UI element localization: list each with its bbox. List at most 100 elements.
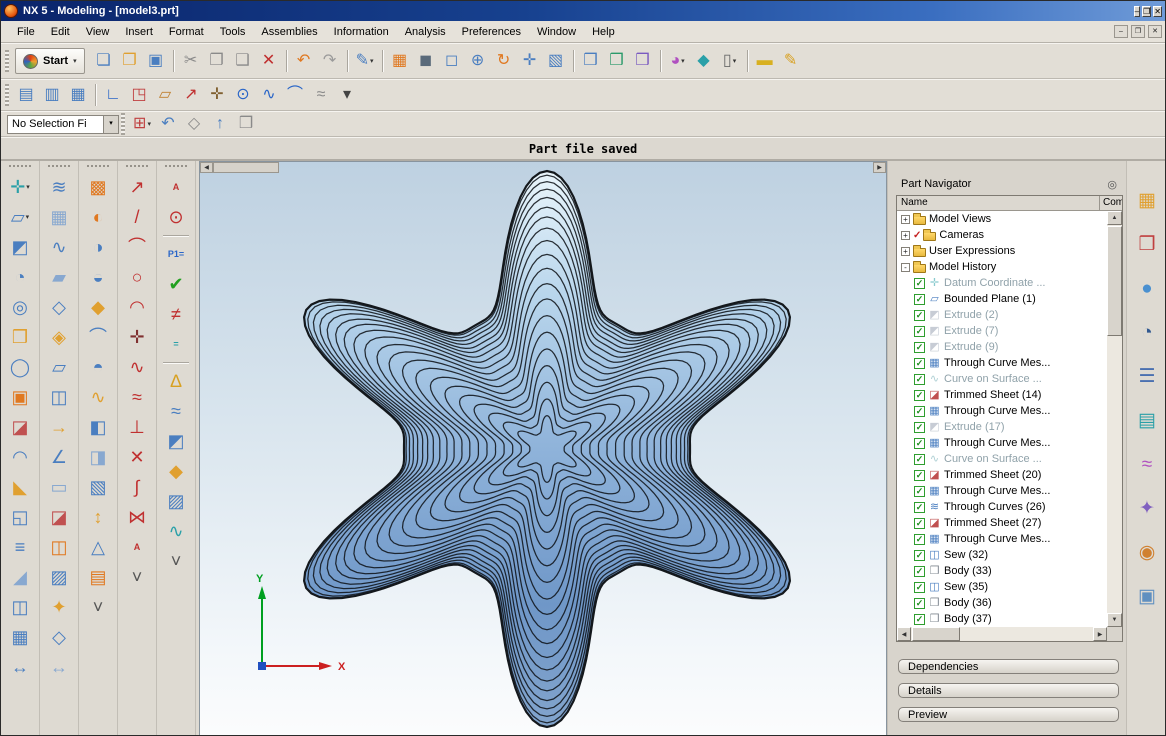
wrap-geometry-button[interactable]: △ — [83, 532, 114, 562]
move-component-button[interactable]: ❒ — [604, 48, 630, 74]
revolve-button[interactable]: ◔ — [5, 262, 36, 292]
global-shaping-button[interactable]: ◓ — [83, 352, 114, 382]
menu-analysis[interactable]: Analysis — [397, 23, 454, 41]
menu-information[interactable]: Information — [326, 23, 397, 41]
requirement-unmet-button[interactable]: ≠ — [161, 299, 192, 329]
tree-trimmed-sheet-20[interactable]: ✓ ◪ Trimmed Sheet (20) — [897, 467, 1107, 483]
tree-curve-on-surface-a[interactable]: ✓ ∿ Curve on Surface ... — [897, 371, 1107, 387]
open-file-button[interactable]: ❐ — [117, 48, 143, 74]
feature-checkbox[interactable]: ✓ — [914, 293, 925, 305]
system-materials-button[interactable]: ☰ — [1132, 361, 1163, 391]
fit-view-button[interactable]: ▧ — [543, 48, 569, 74]
datum-plane-button[interactable]: ▱ — [152, 82, 178, 108]
offset-curve-button[interactable]: ≈ — [308, 82, 334, 108]
chevron-down-icon[interactable]: ▾ — [733, 57, 737, 65]
offset-emboss-button[interactable]: ◨ — [83, 442, 114, 472]
tree-sew-35[interactable]: ✓ ◫ Sew (35) — [897, 579, 1107, 595]
feature-checkbox[interactable]: ✓ — [914, 549, 925, 561]
expand-toggle[interactable]: - — [901, 262, 910, 272]
sketch-in-task-button[interactable]: ◳ — [126, 82, 152, 108]
toolbar-drag-handle[interactable] — [126, 165, 148, 169]
tree-model-history[interactable]: - Model History — [897, 259, 1107, 275]
face-analysis-button[interactable]: ▨ — [161, 486, 192, 516]
silhouette-flange-button[interactable]: ⌒ — [83, 322, 114, 352]
more-curve-tools-button[interactable]: ▾ — [334, 82, 360, 108]
panel-splitter[interactable] — [887, 161, 894, 735]
hole-button[interactable]: ◎ — [5, 292, 36, 322]
maximize-button[interactable]: ❐ — [1142, 5, 1152, 17]
assembly-constraints-button[interactable]: ❒ — [578, 48, 604, 74]
tree-through-curve-mesh-b[interactable]: ✓ ▦ Through Curve Mes... — [897, 403, 1107, 419]
shaded-solid-button[interactable]: ◆ — [691, 48, 717, 74]
x-form-button[interactable]: ✦ — [44, 592, 75, 622]
ruled-surface-button[interactable]: ▰ — [44, 262, 75, 292]
preview-panel[interactable]: Preview — [898, 707, 1119, 722]
tree-extrude-9[interactable]: ✓ ◩ Extrude (9) — [897, 339, 1107, 355]
menu-file[interactable]: File — [9, 23, 43, 41]
extrude-button[interactable]: ◩ — [5, 232, 36, 262]
material-palette-button[interactable]: ● — [1132, 273, 1163, 303]
tree-model-views[interactable]: + Model Views — [897, 211, 1107, 227]
studio-surface-button[interactable]: ◈ — [44, 322, 75, 352]
toolbar-drag-handle[interactable] — [87, 165, 109, 169]
reflection-analysis-button[interactable]: ◩ — [161, 426, 192, 456]
titlebar[interactable]: NX 5 - Modeling - [model3.prt] – ❐ ✕ — [1, 1, 1165, 21]
draft-button[interactable]: ◢ — [5, 562, 36, 592]
styled-corner-button[interactable]: ◆ — [83, 292, 114, 322]
menu-assemblies[interactable]: Assemblies — [253, 23, 325, 41]
direct-sketch-button[interactable]: ✎ ▾ — [352, 48, 378, 74]
toolbar-drag-handle[interactable] — [121, 113, 125, 135]
dependencies-panel[interactable]: Dependencies — [898, 659, 1119, 674]
text-curve-button[interactable]: A — [122, 532, 153, 562]
roles-palette-button[interactable]: ▦ — [1132, 185, 1163, 215]
subtract-button[interactable]: ◪ — [5, 412, 36, 442]
tree-extrude-2[interactable]: ✓ ◩ Extrude (2) — [897, 307, 1107, 323]
feature-checkbox[interactable]: ✓ — [914, 357, 925, 369]
feature-checkbox[interactable]: ✓ — [914, 421, 925, 433]
spline-button[interactable]: ∿ — [122, 352, 153, 382]
expression-button[interactable]: P1= — [161, 239, 192, 269]
add-component-button[interactable]: ❒ — [630, 48, 656, 74]
deviation-gauge-button[interactable]: ≈ — [161, 396, 192, 426]
object-display-button[interactable]: ▦ — [387, 48, 413, 74]
draft-analysis-button[interactable]: ◆ — [161, 456, 192, 486]
expand-toggle[interactable]: + — [901, 214, 910, 224]
feature-checkbox[interactable]: ✓ — [914, 453, 925, 465]
profile-button[interactable]: ↗ — [122, 172, 153, 202]
feature-checkbox[interactable]: ✓ — [914, 533, 925, 545]
tree-extrude-17[interactable]: ✓ ◩ Extrude (17) — [897, 419, 1107, 435]
tree-body-37[interactable]: ✓ ❒ Body (37) — [897, 611, 1107, 627]
tree-datum-coordinate[interactable]: ✓ ✛ Datum Coordinate ... — [897, 275, 1107, 291]
point-button[interactable]: ✛ — [204, 82, 230, 108]
menu-view[interactable]: View — [78, 23, 118, 41]
i-form-button[interactable]: ◇ — [44, 622, 75, 652]
feature-checkbox[interactable]: ✓ — [914, 405, 925, 417]
feature-checkbox[interactable]: ✓ — [914, 437, 925, 449]
arc-circle-button[interactable]: ⌒ — [122, 232, 153, 262]
new-file-button[interactable]: ❏ — [91, 48, 117, 74]
refit-face-button[interactable]: ▧ — [83, 472, 114, 502]
feature-checkbox[interactable]: ✓ — [914, 309, 925, 321]
chevron-down-icon[interactable]: ▾ — [103, 115, 118, 133]
chamfer-button[interactable]: ◣ — [5, 472, 36, 502]
point-tool-button[interactable]: ⊙ — [161, 202, 192, 232]
chevron-down-icon[interactable]: ▾ — [370, 57, 374, 65]
arc-button[interactable]: ⌒ — [282, 82, 308, 108]
menu-help[interactable]: Help — [584, 23, 623, 41]
scroll-right-button[interactable]: ▶ — [1093, 627, 1107, 641]
visualization-palette-button[interactable]: ❒ — [1132, 229, 1163, 259]
redo-button[interactable]: ↷ — [317, 48, 343, 74]
menu-format[interactable]: Format — [161, 23, 212, 41]
minimize-button[interactable]: – — [1133, 5, 1141, 17]
face-blend-button[interactable]: ◐ — [83, 202, 114, 232]
circle-button[interactable]: ○ — [122, 262, 153, 292]
feature-checkbox[interactable]: ✓ — [914, 501, 925, 513]
cylinder-button[interactable]: ◯ — [5, 352, 36, 382]
soft-blend-button[interactable]: ◒ — [83, 262, 114, 292]
feature-checkbox[interactable]: ✓ — [914, 613, 925, 625]
feature-checkbox[interactable]: ✓ — [914, 597, 925, 609]
move-face-button[interactable]: ↔ — [5, 652, 36, 682]
delete-button[interactable]: ✕ — [256, 48, 282, 74]
close-button[interactable]: ✕ — [1153, 5, 1162, 17]
expand-toggle[interactable]: + — [901, 246, 910, 256]
